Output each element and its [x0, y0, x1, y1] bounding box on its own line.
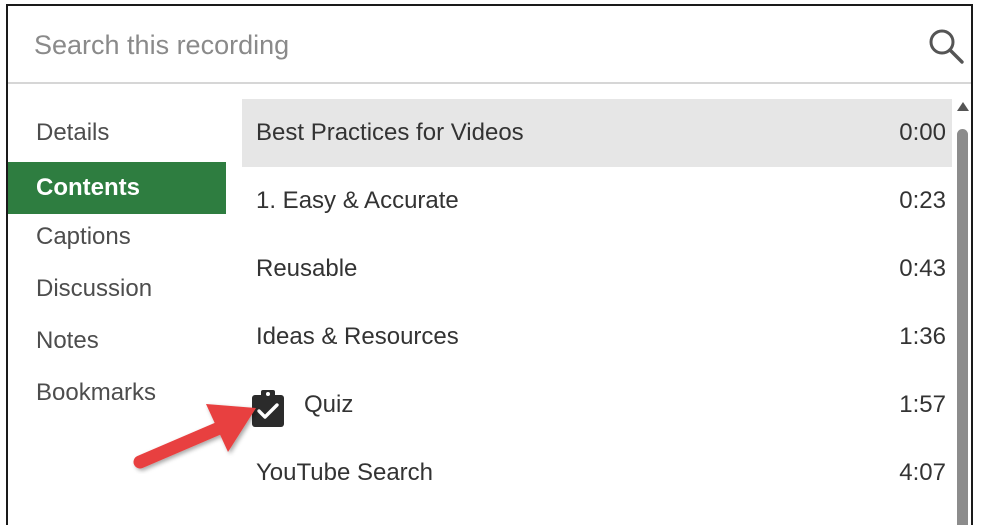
nav-item-label: Captions [36, 223, 131, 250]
row-time: 4:07 [899, 459, 946, 486]
row-title: Best Practices for Videos [256, 119, 524, 146]
side-nav: Details Contents Captions Discussion Not… [8, 110, 228, 422]
row-title: Reusable [256, 255, 358, 282]
scroll-thumb[interactable] [957, 129, 968, 525]
row-time: 0:43 [899, 255, 946, 282]
row-time: 0:00 [899, 119, 946, 146]
search-input[interactable] [32, 24, 896, 66]
contents-row[interactable]: Reusable 0:43 [242, 235, 952, 303]
contents-row[interactable]: YouTube Search 4:07 [242, 439, 952, 507]
nav-item-captions[interactable]: Captions [8, 214, 228, 266]
row-time: 1:57 [899, 391, 946, 418]
nav-item-label: Details [36, 119, 110, 146]
nav-item-label: Discussion [36, 275, 153, 302]
search-bar [8, 6, 971, 84]
contents-row[interactable]: 1. Easy & Accurate 0:23 [242, 167, 952, 235]
nav-item-label: Notes [36, 327, 99, 354]
contents-row[interactable]: Ideas & Resources 1:36 [242, 303, 952, 371]
row-title: Quiz [304, 391, 354, 418]
red-arrow-annotation-icon [133, 404, 256, 469]
search-icon[interactable] [926, 26, 966, 66]
nav-item-label: Contents [36, 174, 140, 201]
row-title: YouTube Search [256, 459, 434, 486]
nav-item-contents[interactable]: Contents [8, 162, 226, 214]
nav-item-discussion[interactable]: Discussion [8, 266, 228, 318]
contents-row[interactable]: Best Practices for Videos 0:00 [242, 99, 952, 167]
row-title: Ideas & Resources [256, 323, 459, 350]
contents-row-quiz[interactable]: Quiz 1:57 [242, 371, 952, 439]
row-time: 0:23 [899, 187, 946, 214]
row-title: 1. Easy & Accurate [256, 187, 459, 214]
nav-item-notes[interactable]: Notes [8, 318, 228, 370]
contents-list: Best Practices for Videos 0:00 1. Easy &… [242, 99, 952, 507]
row-time: 1:36 [899, 323, 946, 350]
nav-item-details[interactable]: Details [8, 110, 228, 162]
scrollbar[interactable] [954, 99, 971, 525]
recording-panel: Details Contents Captions Discussion Not… [6, 4, 973, 525]
scroll-up-arrow-icon[interactable] [956, 99, 970, 115]
